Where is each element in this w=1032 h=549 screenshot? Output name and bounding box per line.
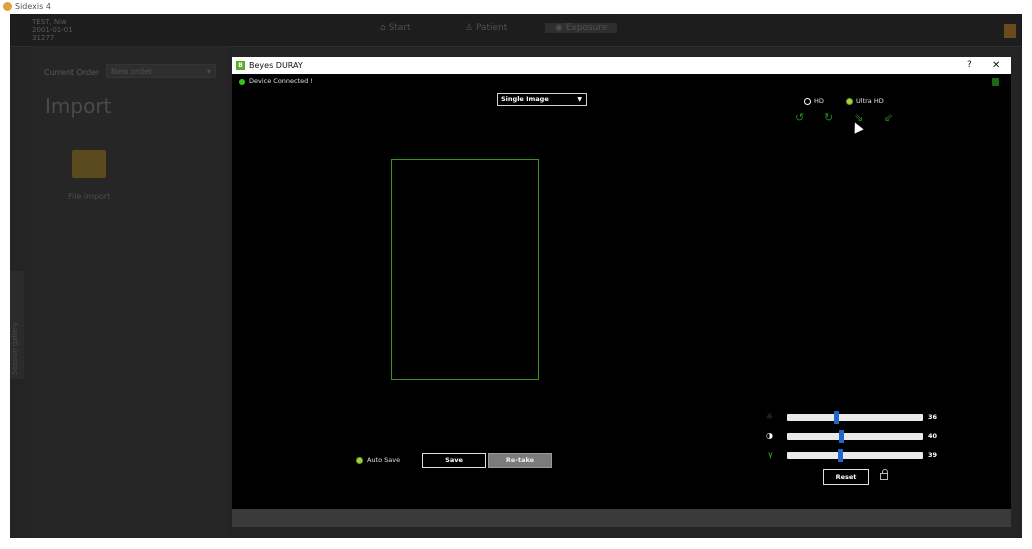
import-heading: Import — [45, 94, 112, 118]
patient-id: 31277 — [32, 34, 55, 42]
device-status: Device Connected ! — [249, 77, 313, 85]
contrast-value: 40 — [928, 432, 938, 440]
left-panel — [32, 46, 228, 538]
hd-label[interactable]: HD — [814, 97, 824, 105]
rotate-left-icon[interactable]: ↺ — [795, 112, 804, 123]
top-bar: TEST, Niw 2001-01-01 31277 ⌂ Start ♙ Pat… — [10, 14, 1022, 47]
reset-button[interactable]: Reset — [823, 469, 869, 485]
retake-button[interactable]: Re-take — [488, 453, 552, 468]
acquisition-dialog: B Beyes DURAY ? ✕ Device Connected ! Sin… — [232, 57, 1011, 527]
os-titlebar: Sidexis 4 — [0, 0, 1032, 14]
ultra-hd-label[interactable]: Ultra HD — [856, 97, 884, 105]
session-gallery-tab[interactable]: Session gallery — [10, 271, 24, 379]
folder-icon[interactable] — [72, 150, 106, 178]
brightness-icon: ☼ — [766, 412, 774, 421]
contrast-slider-thumb[interactable] — [839, 430, 844, 443]
nav-patient[interactable]: ♙ Patient — [465, 23, 507, 33]
hd-radio[interactable] — [804, 98, 811, 105]
help-button[interactable]: ? — [967, 57, 972, 74]
ultra-hd-radio[interactable] — [846, 98, 853, 105]
file-import-label[interactable]: File import — [68, 192, 110, 201]
gamma-slider-thumb[interactable] — [838, 449, 843, 462]
brightness-slider-thumb[interactable] — [834, 411, 839, 424]
app-title: Sidexis 4 — [15, 2, 51, 11]
rotate-right-icon[interactable]: ↻ — [824, 112, 833, 123]
nav-exposure[interactable]: ◉ Exposure — [545, 23, 618, 33]
dialog-titlebar: B Beyes DURAY ? ✕ — [232, 57, 1011, 74]
gamma-value: 39 — [928, 451, 938, 459]
flip-vertical-icon[interactable]: ⇙ — [884, 112, 893, 123]
close-button[interactable]: ✕ — [992, 57, 1000, 74]
capture-mode-select[interactable]: Single Image ▼ — [497, 93, 587, 106]
chevron-down-icon: ▼ — [577, 96, 582, 103]
nav-start[interactable]: ⌂ Start — [380, 23, 411, 33]
dialog-title: Beyes DURAY — [249, 61, 303, 70]
current-order-label: Current Order — [44, 68, 100, 77]
chevron-down-icon: ▾ — [206, 67, 211, 76]
contrast-slider[interactable] — [787, 430, 923, 443]
save-button[interactable]: Save — [422, 453, 486, 468]
image-preview-frame — [391, 159, 539, 380]
app-logo-icon — [3, 2, 12, 11]
gamma-icon: γ — [768, 450, 773, 459]
patient-dob: 2001-01-01 — [32, 26, 73, 34]
lock-icon[interactable] — [880, 469, 888, 480]
dialog-footer — [232, 509, 1011, 527]
brightness-slider[interactable] — [787, 411, 923, 424]
trash-icon[interactable] — [992, 78, 999, 86]
app-menu-icon[interactable] — [1004, 24, 1016, 38]
brightness-value: 36 — [928, 413, 938, 421]
device-logo-icon: B — [236, 61, 245, 70]
auto-save-radio[interactable] — [356, 457, 363, 464]
contrast-icon: ◑ — [766, 431, 773, 440]
patient-name: TEST, Niw — [32, 18, 67, 26]
order-select[interactable]: New order ▾ — [106, 64, 216, 78]
patient-info[interactable]: TEST, Niw 2001-01-01 31277 — [32, 18, 116, 44]
gamma-slider[interactable] — [787, 449, 923, 462]
auto-save-label[interactable]: Auto Save — [367, 456, 400, 464]
status-indicator-icon — [239, 79, 245, 85]
